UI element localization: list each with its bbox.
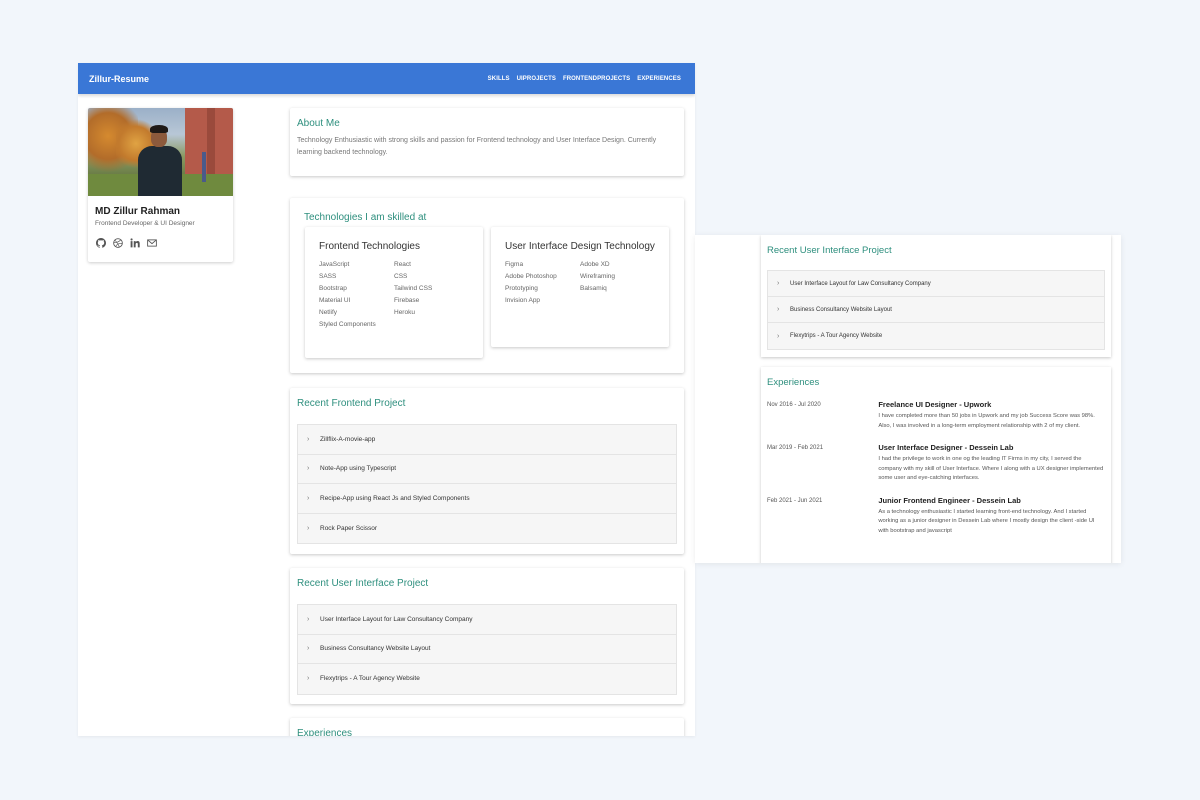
tech-item: Heroku [394,309,415,316]
ui-tech-list: Figma Adobe XD Adobe Photoshop Wireframi… [505,261,655,304]
ui-projects-title: Recent User Interface Project [297,578,429,589]
tech-item: Figma [505,261,524,268]
chevron-right-icon: › [307,675,310,683]
experience-desc: I had the privilege to work in one og th… [878,456,1104,481]
tech-item: Balsamiq [580,285,607,292]
chevron-right-icon: › [307,524,310,532]
ui-projects-title: Recent User Interface Project [767,245,892,256]
ui-projects-card-side: Recent User Interface Project › User Inte… [761,235,1111,357]
tech-item: Tailwind CSS [394,285,433,292]
secondary-window: Recent User Interface Project › User Inte… [695,235,1121,563]
experience-item: Nov 2016 - Jul 2020 Freelance UI Designe… [767,400,1105,431]
frontend-projects-card: Recent Frontend Project › Zillflix-A-movi… [290,388,684,554]
profile-role: Frontend Developer & UI Designer [95,220,195,227]
experiences-card-side: Experiences Nov 2016 - Jul 2020 Freelanc… [761,367,1111,563]
chevron-right-icon: › [777,306,780,313]
dribbble-icon[interactable] [113,238,123,248]
experience-item: Feb 2021 - Jun 2021 Junior Frontend Engi… [767,496,1105,537]
nav-skills[interactable]: SKILLS [488,76,510,82]
experience-date: Nov 2016 - Jul 2020 [767,402,821,408]
technologies-card: Technologies I am skilled at Frontend Te… [290,198,684,373]
chevron-right-icon: › [777,332,780,340]
profile-photo [88,108,233,196]
accordion-item[interactable]: › Zillflix-A-movie-app [298,425,676,455]
experiences-title: Experiences [767,377,820,388]
frontend-tech-title: Frontend Technologies [319,241,420,252]
experience-role: Junior Frontend Engineer - Dessein Lab [878,495,1021,505]
tech-item: Invision App [505,297,541,304]
chevron-right-icon: › [307,465,310,473]
experiences-card: Experiences [290,718,684,736]
ui-projects-accordion: › User Interface Layout for Law Consultan… [297,604,677,695]
frontend-projects-accordion: › Zillflix-A-movie-app › Note-App using Ty… [297,424,677,544]
accordion-item[interactable]: › Flexytrips - A Tour Agency Website [768,323,1104,349]
mail-icon[interactable] [147,238,157,248]
tech-item: JavaScript [319,261,350,268]
profile-card: MD Zillur Rahman Frontend Developer & UI… [88,108,233,262]
experiences-title: Experiences [297,728,353,736]
about-text: Technology Enthusiastic with strong skil… [297,137,657,156]
ui-tech-box: User Interface Design Technology Figma A… [491,227,669,347]
social-links [96,238,233,248]
accordion-item[interactable]: › Recipe-App using React Js and Styled Co… [298,484,676,514]
experience-role: User Interface Designer - Dessein Lab [878,443,1014,452]
experience-desc: I have completed more than 50 jobs in Up… [878,413,1095,429]
chevron-right-icon: › [307,645,310,653]
nav-experiences[interactable]: EXPERIENCES [637,76,681,82]
frontend-projects-title: Recent Frontend Project [297,398,406,409]
accordion-item[interactable]: › Business Consultancy Website Layout [298,634,676,664]
accordion-item[interactable]: › Note-App using Typescript [298,454,676,484]
tech-item: SASS [319,273,337,280]
profile-name: MD Zillur Rahman [95,206,181,217]
accordion-item[interactable]: › Flexytrips - A Tour Agency Website [298,664,676,694]
about-title: About Me [297,118,340,129]
accordion-item[interactable]: › User Interface Layout for Law Consultan… [768,271,1104,297]
experience-role: Freelance UI Designer - Upwork [878,400,992,409]
ui-projects-card: Recent User Interface Project › User Inte… [290,568,684,704]
tech-item: Material UI [319,297,351,304]
github-icon[interactable] [96,238,106,248]
nav-frontendprojects[interactable]: FRONTENDPROJECTS [563,76,630,82]
brand-logo[interactable]: Zillur-Resume [89,74,149,84]
chevron-right-icon: › [307,494,310,502]
tech-item: Adobe XD [580,261,610,268]
chevron-right-icon: › [307,615,310,623]
tech-item: Wireframing [580,273,616,280]
tech-item: Bootstrap [319,285,347,292]
about-card: About Me Technology Enthusiastic with st… [290,108,684,176]
accordion-item[interactable]: › Rock Paper Scissor [298,513,676,543]
accordion-item[interactable]: › Business Consultancy Website Layout [768,297,1104,323]
technologies-title: Technologies I am skilled at [304,212,427,223]
tech-item: CSS [394,273,408,280]
frontend-tech-list: JavaScript React SASS CSS Bootstrap Tail… [319,261,469,328]
tech-item: Prototyping [505,285,538,292]
experience-date: Mar 2019 - Feb 2021 [767,445,824,451]
frontend-tech-box: Frontend Technologies JavaScript React S… [305,227,483,358]
app-bar: Zillur-Resume SKILLS UIPROJECTS FRONTEND… [78,63,695,94]
nav-uiprojects[interactable]: UIPROJECTS [517,76,556,82]
linkedin-icon[interactable] [130,238,140,248]
chevron-right-icon: › [777,280,780,287]
experience-date: Feb 2021 - Jun 2021 [767,497,823,504]
ui-tech-title: User Interface Design Technology [505,241,655,252]
tech-item: React [394,261,411,268]
tech-item: Firebase [394,297,420,304]
accordion-item[interactable]: › User Interface Layout for Law Consultan… [298,605,676,635]
nav-menu: SKILLS UIPROJECTS FRONTENDPROJECTS EXPER… [488,76,681,82]
tech-item: Styled Components [319,321,376,328]
main-window: Zillur-Resume SKILLS UIPROJECTS FRONTEND… [78,63,695,736]
ui-projects-accordion: › User Interface Layout for Law Consultan… [767,270,1105,350]
tech-item: Netlify [319,309,338,316]
experience-item: Mar 2019 - Feb 2021 User Interface Desig… [767,443,1105,484]
tech-item: Adobe Photoshop [505,273,557,280]
experience-desc: As a technology enthusiastic I started l… [878,508,1095,534]
chevron-right-icon: › [307,435,310,443]
